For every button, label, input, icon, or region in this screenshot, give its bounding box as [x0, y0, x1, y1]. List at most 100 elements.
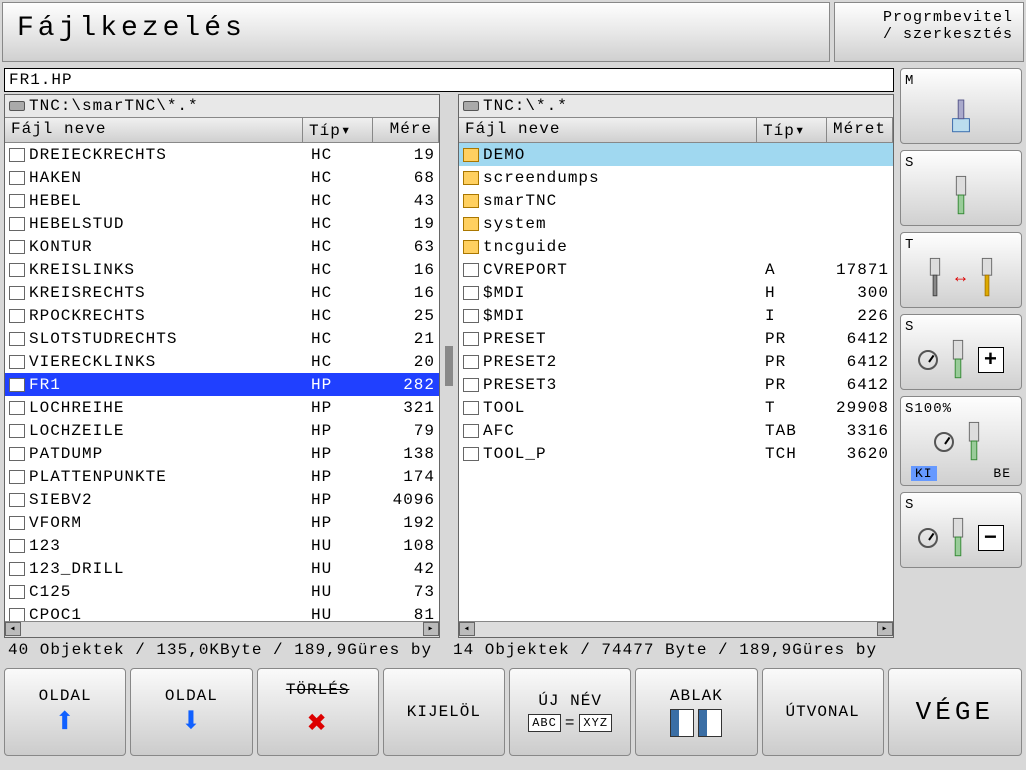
right-file-list[interactable]: DEMO screendumps smarTNC systemtncguideCVRE… — [459, 143, 893, 621]
gauge-icon — [918, 528, 938, 548]
col-size[interactable]: Méret — [827, 118, 893, 142]
side-t-button[interactable]: T ↔ — [900, 232, 1022, 308]
file-row[interactable]: smarTNC — [459, 189, 893, 212]
file-name: RPOCKRECHTS — [29, 307, 146, 325]
file-row[interactable]: system — [459, 212, 893, 235]
side-s100-button[interactable]: S100% KI BE — [900, 396, 1022, 486]
file-row[interactable]: PRESETPR6412 — [459, 327, 893, 350]
rename-button[interactable]: ÚJ NÉV ABC=XYZ — [509, 668, 631, 756]
file-type: HU — [311, 560, 371, 578]
file-row[interactable]: CPOC1HU81 — [5, 603, 439, 621]
file-row[interactable]: SLOTSTUDRECHTSHC21 — [5, 327, 439, 350]
file-type: HP — [311, 399, 371, 417]
file-row[interactable]: DREIECKRECHTSHC19 — [5, 143, 439, 166]
file-row[interactable]: KREISLINKSHC16 — [5, 258, 439, 281]
window-button[interactable]: ABLAK — [635, 668, 757, 756]
right-hscroll[interactable]: ◂▸ — [459, 621, 893, 637]
file-size: 108 — [371, 537, 435, 555]
file-row[interactable]: AFCTAB3316 — [459, 419, 893, 442]
file-row[interactable]: TOOLT29908 — [459, 396, 893, 419]
file-row[interactable]: $MDII226 — [459, 304, 893, 327]
file-name: KREISLINKS — [29, 261, 135, 279]
file-row[interactable]: CVREPORTA17871 — [459, 258, 893, 281]
file-type: HU — [311, 537, 371, 555]
file-row[interactable]: VFORMHP192 — [5, 511, 439, 534]
end-button[interactable]: VÉGE — [888, 668, 1022, 756]
col-type[interactable]: Típ▾ — [757, 118, 827, 142]
col-name[interactable]: Fájl neve — [459, 118, 757, 142]
file-type: HP — [311, 468, 371, 486]
file-row[interactable]: PLATTENPUNKTEHP174 — [5, 465, 439, 488]
side-s-plus-button[interactable]: S + — [900, 314, 1022, 390]
col-type[interactable]: Típ▾ — [303, 118, 373, 142]
file-row[interactable]: RPOCKRECHTSHC25 — [5, 304, 439, 327]
file-size: 73 — [371, 583, 435, 601]
file-row[interactable]: DEMO — [459, 143, 893, 166]
file-row[interactable]: HAKENHC68 — [5, 166, 439, 189]
side-m-button[interactable]: M — [900, 68, 1022, 144]
file-row[interactable]: KREISRECHTSHC16 — [5, 281, 439, 304]
file-row[interactable]: 123_DRILLHU42 — [5, 557, 439, 580]
panel-divider[interactable] — [444, 94, 454, 638]
file-row[interactable]: PRESET3PR6412 — [459, 373, 893, 396]
col-name[interactable]: Fájl neve — [5, 118, 303, 142]
file-name: smarTNC — [483, 192, 557, 210]
file-icon — [463, 286, 479, 300]
left-panel: TNC:\smarTNC\*.* Fájl neve Típ▾ Mére DRE… — [4, 94, 440, 638]
file-icon — [463, 355, 479, 369]
file-type: HC — [311, 284, 371, 302]
file-name: FR1 — [29, 376, 61, 394]
file-row[interactable]: 123HU108 — [5, 534, 439, 557]
page-up-button[interactable]: OLDAL ⬆ — [4, 668, 126, 756]
file-type: PR — [765, 376, 825, 394]
file-icon — [9, 148, 25, 162]
path-button[interactable]: ÚTVONAL — [762, 668, 884, 756]
mode-line1: Progrmbevitel — [845, 9, 1013, 26]
select-button[interactable]: KIJELÖL — [383, 668, 505, 756]
file-row[interactable]: HEBELHC43 — [5, 189, 439, 212]
side-s-minus-button[interactable]: S − — [900, 492, 1022, 568]
mode-indicator: Progrmbevitel / szerkesztés — [834, 2, 1024, 62]
disk-icon — [463, 101, 479, 111]
file-row[interactable]: HEBELSTUDHC19 — [5, 212, 439, 235]
tool-icon — [944, 336, 972, 384]
page-down-button[interactable]: OLDAL ⬇ — [130, 668, 252, 756]
label: KIJELÖL — [407, 703, 481, 721]
file-icon — [9, 286, 25, 300]
right-path[interactable]: TNC:\*.* — [459, 95, 893, 118]
file-type: HU — [311, 606, 371, 622]
left-file-list[interactable]: DREIECKRECHTSHC19HAKENHC68HEBELHC43HEBEL… — [5, 143, 439, 621]
window-icon — [670, 709, 722, 737]
side-s-button[interactable]: S — [900, 150, 1022, 226]
disk-icon — [9, 101, 25, 111]
rename-icon: ABC=XYZ — [528, 714, 612, 732]
file-row[interactable]: $MDIH300 — [459, 281, 893, 304]
col-size[interactable]: Mére — [373, 118, 439, 142]
file-row[interactable]: FR1HP282 — [5, 373, 439, 396]
file-row[interactable]: LOCHREIHEHP321 — [5, 396, 439, 419]
file-row[interactable]: SIEBV2HP4096 — [5, 488, 439, 511]
file-row[interactable]: PATDUMPHP138 — [5, 442, 439, 465]
file-row[interactable]: VIERECKLINKSHC20 — [5, 350, 439, 373]
file-row[interactable]: LOCHZEILEHP79 — [5, 419, 439, 442]
file-row[interactable]: tncguide — [459, 235, 893, 258]
right-status: 14 Objektek / 74477 Byte / 189,9Güres by — [453, 641, 890, 659]
delete-button[interactable]: TÖRLÉS ✖ — [257, 668, 379, 756]
delete-x-icon: ✖ — [307, 703, 327, 743]
file-row[interactable]: C125HU73 — [5, 580, 439, 603]
file-name: screendumps — [483, 169, 600, 187]
file-row[interactable]: screendumps — [459, 166, 893, 189]
file-size: 16 — [371, 284, 435, 302]
file-row[interactable]: TOOL_PTCH3620 — [459, 442, 893, 465]
file-icon — [9, 263, 25, 277]
file-icon — [9, 378, 25, 392]
gauge-icon — [934, 432, 954, 452]
file-row[interactable]: KONTURHC63 — [5, 235, 439, 258]
left-path-text: TNC:\smarTNC\*.* — [29, 97, 199, 115]
file-size: 20 — [371, 353, 435, 371]
file-type: HC — [311, 192, 371, 210]
left-hscroll[interactable]: ◂▸ — [5, 621, 439, 637]
file-row[interactable]: PRESET2PR6412 — [459, 350, 893, 373]
left-path[interactable]: TNC:\smarTNC\*.* — [5, 95, 439, 118]
current-file-input[interactable]: FR1.HP — [4, 68, 894, 92]
